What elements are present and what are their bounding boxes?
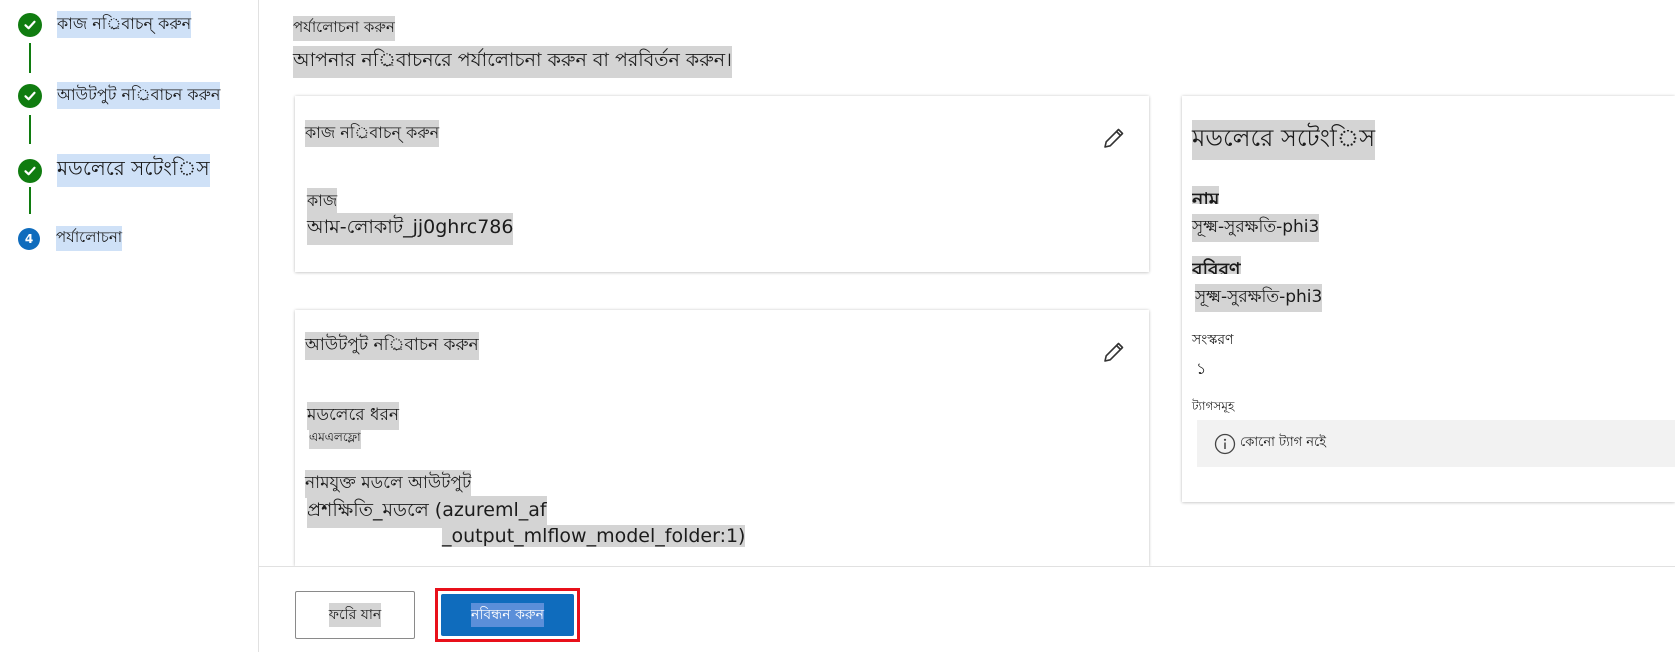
back-button-label: ফরিে যান — [328, 603, 382, 627]
model-type-label: মডলেরে ধরন — [307, 402, 400, 430]
name-value: সূক্ষ্ম-সুরক্ষতি-phi3 — [1192, 214, 1320, 242]
card-title: কাজ নর্িবাচন্ করুন — [305, 120, 440, 147]
step-select-task[interactable]: কাজ নর্িবাচন্ করুন — [18, 11, 192, 38]
wizard-steps-sidebar: কাজ নর্িবাচন্ করুন আউটপুট নর্িবাচন করুন … — [0, 0, 259, 652]
named-output-value-continued: _output_mlflow_model_folder:1) — [442, 525, 746, 547]
task-summary-card: কাজ নর্িবাচন্ করুন কাজ আম-লোকাট_jj0ghrc7… — [295, 96, 1149, 272]
task-label: কাজ — [307, 188, 338, 215]
step-label: আউটপুট নর্িবাচন করুন — [57, 82, 221, 109]
edit-output-button[interactable] — [1098, 336, 1130, 368]
step-model-settings[interactable]: মডলেরে সটেংিস — [18, 154, 210, 187]
step-connector — [29, 187, 31, 214]
tags-empty-message: কোনো ট্যাগ নইে — [1197, 420, 1675, 467]
description-label: ববিরণ — [1192, 256, 1241, 274]
page-title: পর্যালোচনা করুন — [293, 16, 395, 41]
tags-label: ট্যাগসমূহ — [1192, 399, 1235, 413]
model-type-value: এমএলফ্লো — [309, 429, 361, 449]
info-icon — [1214, 433, 1236, 455]
register-button-label: নবিন্ধন করুন — [471, 603, 544, 627]
register-button[interactable]: নবিন্ধন করুন — [441, 594, 574, 636]
edit-task-button[interactable] — [1098, 122, 1130, 154]
step-connector — [29, 43, 31, 73]
step-number-badge: 4 — [18, 227, 40, 250]
card-title: মডলেরে সটেংিস — [1192, 120, 1376, 160]
card-title: আউটপুট নর্িবাচন করুন — [305, 332, 479, 360]
pencil-icon — [1104, 128, 1124, 148]
named-output-label: নামযুক্ত মডলে আউটপুট — [305, 470, 472, 498]
step-label: পর্যালোচনা — [56, 226, 123, 251]
step-label: কাজ নর্িবাচন্ করুন — [57, 11, 192, 38]
checkmark-icon — [18, 158, 42, 183]
version-value: ১ — [1196, 359, 1207, 378]
page-subtitle: আপনার নর্িবাচনরে পর্যালোচনা করুন বা পরবি… — [293, 46, 732, 78]
back-button[interactable]: ফরিে যান — [295, 591, 415, 639]
name-label: নাম — [1192, 186, 1220, 204]
step-select-output[interactable]: আউটপুট নর্িবাচন করুন — [18, 82, 221, 109]
description-value: সূক্ষ্ম-সুরক্ষতি-phi3 — [1195, 284, 1323, 312]
tags-empty-text: কোনো ট্যাগ নইে — [1240, 435, 1327, 450]
checkmark-icon — [18, 83, 42, 108]
step-connector — [29, 115, 31, 144]
step-review[interactable]: 4 পর্যালোচনা — [18, 226, 123, 251]
version-label: সংস্করণ — [1192, 332, 1234, 348]
task-value: আম-লোকাট_jj0ghrc786 — [307, 213, 514, 245]
checkmark-icon — [18, 12, 42, 37]
pencil-icon — [1104, 342, 1124, 362]
step-label: মডলেরে সটেংিস — [57, 154, 210, 187]
named-output-value: প্রশক্ষিতি_মডলে (azureml_af — [307, 496, 547, 528]
output-summary-card: আউটপুট নর্িবাচন করুন মডলেরে ধরন এমএলফ্লো… — [295, 310, 1149, 566]
